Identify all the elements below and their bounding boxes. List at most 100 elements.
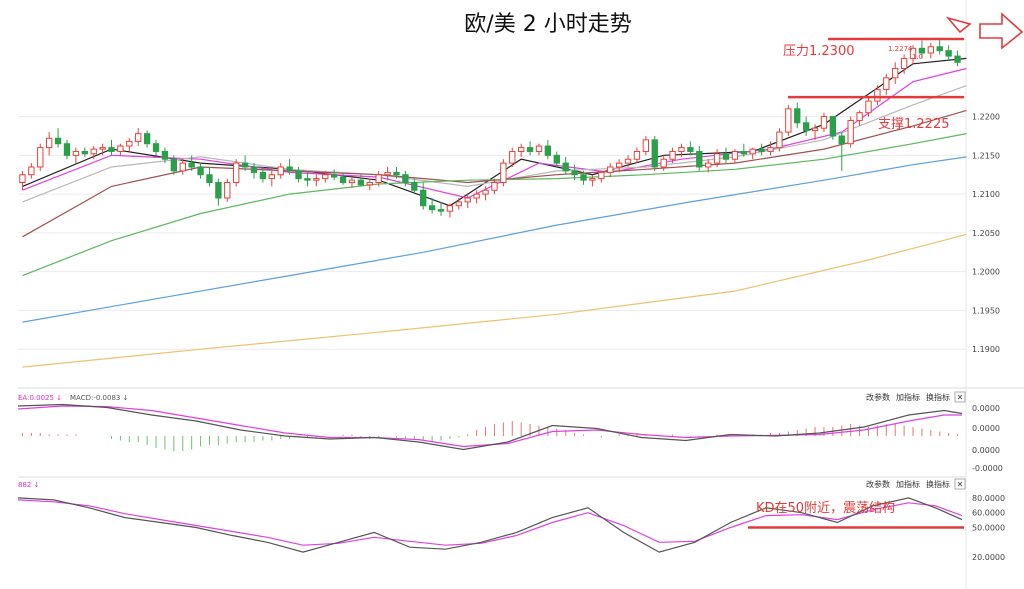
candle-body: [197, 166, 204, 176]
candle-body: [330, 174, 338, 178]
candle-body: [45, 137, 53, 149]
candle-body: [348, 179, 356, 183]
candle-body: [589, 178, 596, 181]
chart-title: 欧/美 2 小时走势: [464, 12, 631, 37]
candle-body: [526, 147, 534, 152]
candle-body: [794, 108, 801, 124]
candle-body: [206, 174, 213, 183]
candle-body: [900, 57, 908, 69]
candle-body: [669, 150, 676, 160]
resistance-label: 压力1.2300: [783, 44, 855, 59]
price-tick-label: 1.2100: [972, 190, 1000, 199]
candle-body: [892, 67, 899, 79]
candle-body: [241, 162, 249, 168]
candle-body: [63, 143, 71, 156]
candle-body: [651, 139, 658, 168]
candle-body: [179, 162, 186, 172]
candle-body: [295, 170, 302, 180]
candle-body: [188, 162, 195, 168]
candle-body: [758, 148, 765, 152]
candle-body: [224, 181, 231, 199]
top-price-label: 1.2274: [888, 45, 913, 53]
macd-header-left: EA:0.0025 ↓: [18, 394, 62, 402]
kd-toolbar-button: 换指标: [926, 479, 950, 489]
candle-body: [384, 171, 391, 176]
candle-body: [820, 116, 828, 129]
candle-body: [936, 46, 943, 52]
support-label: 支撑1.2225: [878, 117, 950, 132]
kd-tick-label: 80.0000: [972, 494, 1005, 503]
candle-body: [883, 77, 890, 90]
macd-tick-label: 0.0000: [972, 404, 1000, 413]
candle-body: [615, 162, 623, 168]
candle-body: [233, 162, 240, 183]
candle-body: [785, 108, 792, 133]
candle-body: [366, 181, 373, 186]
candle-body: [696, 150, 703, 168]
candle-body: [286, 166, 293, 172]
candle-body: [945, 50, 952, 57]
kd-header-left: 882 ↓: [18, 481, 39, 489]
candle-body: [393, 171, 400, 176]
candle-body: [28, 166, 35, 176]
candle-body: [375, 174, 382, 183]
kd-annotation-label: KD在50附近，震荡结构: [756, 501, 895, 516]
candle-body: [357, 179, 365, 186]
candle-body: [776, 131, 783, 149]
candle-body: [339, 176, 347, 183]
macd-header-right: MACD:-0.0083 ↓: [70, 394, 128, 402]
kd-tick-label: 20.0000: [972, 553, 1005, 562]
kd-tick-label: 60.0000: [972, 509, 1005, 518]
candle-body: [598, 171, 605, 180]
candle-body: [428, 205, 436, 211]
moving-average-line: [22, 67, 967, 199]
candle-body: [731, 150, 739, 160]
candle-body: [304, 178, 311, 181]
price-tick-label: 1.1950: [972, 306, 1000, 315]
candle-body: [580, 174, 587, 181]
candle-body: [437, 209, 445, 212]
moving-average-line: [22, 109, 967, 238]
candle-body: [660, 158, 667, 168]
candle-body: [865, 100, 872, 114]
candle-body: [838, 135, 845, 145]
candle-body: [250, 166, 258, 173]
moving-average-line: [22, 233, 967, 368]
candle-body: [19, 174, 26, 183]
price-tick-label: 1.2050: [972, 229, 1000, 238]
macd-tick-label: 0.0000: [972, 424, 1000, 433]
candle-body: [108, 147, 115, 152]
candle-body: [411, 181, 418, 191]
candle-body: [713, 153, 721, 164]
candle-body: [722, 153, 730, 160]
candle-body: [99, 147, 106, 150]
candle-body: [455, 201, 463, 207]
macd-tick-label: 0.0000: [972, 446, 1000, 455]
price-tick-label: 1.2200: [972, 113, 1000, 122]
candle-body: [135, 133, 142, 142]
candle-body: [322, 174, 329, 180]
candle-body: [642, 139, 650, 152]
price-tick-label: 1.2000: [972, 268, 1000, 277]
candle-body: [553, 154, 560, 164]
candle-body: [856, 112, 863, 121]
candle-body: [259, 171, 267, 180]
candle-body: [491, 181, 498, 191]
candle-body: [767, 147, 774, 152]
candle-body: [277, 166, 284, 176]
price-tick-label: 1.2150: [972, 151, 1000, 160]
candle-body: [402, 174, 409, 183]
candle-body: [117, 145, 124, 152]
candle-body: [215, 181, 222, 199]
macd-close-icon: ✕: [957, 393, 964, 402]
candle-body: [54, 137, 62, 145]
candle-body: [473, 193, 480, 199]
candle-body: [740, 150, 747, 155]
candle-body: [143, 133, 151, 145]
candle-body: [874, 88, 881, 102]
candle-body: [562, 162, 569, 172]
candle-body: [571, 170, 578, 176]
candle-body: [954, 55, 961, 63]
candle-body: [624, 158, 632, 164]
candle-body: [482, 189, 489, 195]
